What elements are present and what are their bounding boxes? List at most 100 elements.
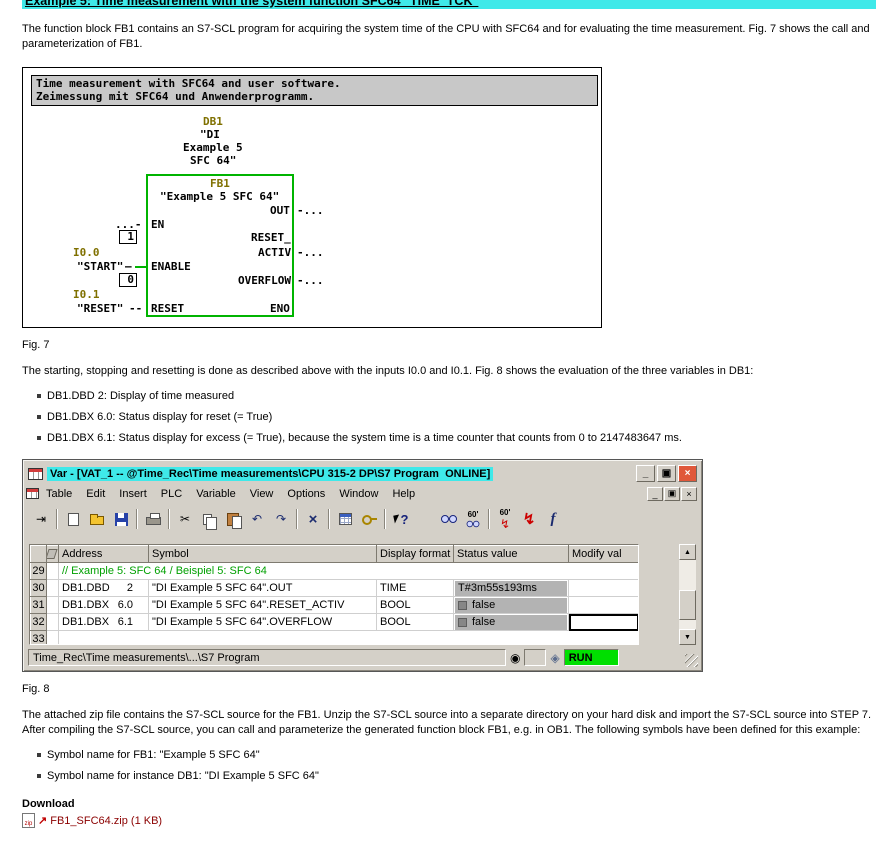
row-marker-cell[interactable]	[47, 614, 59, 631]
row-marker-cell[interactable]	[47, 580, 59, 597]
delete-button[interactable]: ×	[301, 508, 325, 530]
menu-insert[interactable]: Insert	[112, 486, 154, 502]
corner-header[interactable]	[47, 546, 59, 563]
title-bar[interactable]: Var - [VAT_1 -- @Time_Rec\Time measureme…	[26, 463, 699, 484]
start-wire-dash: —	[125, 260, 132, 273]
row-marker-cell[interactable]	[47, 597, 59, 614]
status-cell[interactable]: false	[454, 614, 569, 631]
scrollbar-thumb[interactable]	[679, 590, 696, 620]
minimize-button[interactable]: _	[636, 465, 655, 482]
menu-options[interactable]: Options	[280, 486, 332, 502]
enable-wire	[135, 266, 146, 268]
scroll-down-button[interactable]: ▼	[679, 629, 696, 645]
row-number[interactable]: 31	[31, 597, 47, 614]
toolbar-separator	[56, 509, 58, 529]
comment-cell[interactable]: // Example 5: SFC 64 / Beispiel 5: SFC 6…	[59, 563, 639, 580]
sheet-corner-icon	[47, 549, 58, 559]
cut-button[interactable]: ✂	[173, 508, 197, 530]
modify-cell[interactable]	[569, 580, 639, 597]
help-button[interactable]: ?	[389, 508, 413, 530]
pin-en-label: EN	[151, 218, 164, 231]
address-offset: 2	[127, 582, 133, 594]
mdi-restore-button[interactable]: ▣	[664, 487, 680, 501]
save-button[interactable]	[109, 508, 133, 530]
modify-cell-focused[interactable]	[569, 614, 639, 631]
table-row[interactable]: 29 // Example 5: SFC 64 / Beispiel 5: SF…	[31, 563, 639, 580]
address-cell[interactable]: DB1.DBD2	[59, 580, 149, 597]
column-header-modify[interactable]: Modify val	[569, 546, 639, 563]
banner-line2: Zeimessung mit SFC64 und Anwenderprogram…	[36, 90, 593, 103]
symbol-cell[interactable]: "DI Example 5 SFC 64".OUT	[149, 580, 377, 597]
restore-button[interactable]: ▣	[657, 465, 676, 482]
redo-button[interactable]: ↷	[269, 508, 293, 530]
menu-edit[interactable]: Edit	[79, 486, 112, 502]
empty-cell[interactable]	[59, 631, 639, 646]
row-number[interactable]: 29	[31, 563, 47, 580]
copy-icon	[203, 514, 212, 525]
menu-table[interactable]: Table	[39, 486, 79, 502]
edit-script-button[interactable]: f	[541, 508, 565, 530]
print-button[interactable]	[141, 508, 165, 530]
address-cell[interactable]: DB1.DBX6.1	[59, 614, 149, 631]
row-number[interactable]: 33	[31, 631, 47, 646]
menu-help[interactable]: Help	[385, 486, 422, 502]
toolbar: ⇥ ✂ ↶ ↷ × ? 60' 60'↯ ↯ f	[26, 504, 699, 534]
status-cell[interactable]: false	[454, 597, 569, 614]
insert-range-icon	[339, 513, 352, 525]
delete-icon: ×	[309, 512, 318, 527]
row-marker-cell[interactable]	[47, 631, 59, 646]
table-row[interactable]: 30 DB1.DBD2 "DI Example 5 SFC 64".OUT TI…	[31, 580, 639, 597]
download-link[interactable]: FB1_SFC64.zip (1 KB)	[50, 815, 162, 827]
menu-window[interactable]: Window	[332, 486, 385, 502]
column-header-status[interactable]: Status value	[454, 546, 569, 563]
pin-reset-activ-label-1: RESET_	[251, 231, 291, 244]
copy-button[interactable]	[197, 508, 221, 530]
row-marker-cell[interactable]	[47, 563, 59, 580]
address-cell[interactable]: DB1.DBX6.0	[59, 597, 149, 614]
toolbar-separator	[384, 509, 386, 529]
menu-variable[interactable]: Variable	[189, 486, 243, 502]
menu-view[interactable]: View	[243, 486, 281, 502]
row-number[interactable]: 32	[31, 614, 47, 631]
column-header-format[interactable]: Display format	[377, 546, 454, 563]
row-number-header[interactable]	[31, 546, 47, 563]
document-page: Example 5: Time measurement with the sys…	[0, 0, 896, 843]
table-row[interactable]: 33	[31, 631, 639, 646]
new-button[interactable]	[61, 508, 85, 530]
toolbar-separator	[328, 509, 330, 529]
open-button[interactable]	[85, 508, 109, 530]
monitor-with-trigger-button[interactable]: 60'	[461, 508, 485, 530]
monitor-variables-button[interactable]	[437, 508, 461, 530]
db-variable-list: DB1.DBD 2: Display of time measured DB1.…	[22, 389, 876, 445]
reset-value-box: 0	[119, 273, 137, 287]
status-cell[interactable]: T#3m55s193ms	[454, 580, 569, 597]
mdi-close-button[interactable]: ×	[681, 487, 697, 501]
scroll-up-button[interactable]: ▲	[679, 544, 696, 560]
key-button[interactable]	[357, 508, 381, 530]
vertical-scrollbar[interactable]: ▲ ▼	[679, 544, 696, 645]
close-button[interactable]: ×	[678, 465, 697, 482]
mdi-minimize-button[interactable]: _	[647, 487, 663, 501]
modify-once-button[interactable]: ↯	[517, 508, 541, 530]
menu-plc[interactable]: PLC	[154, 486, 189, 502]
undo-button[interactable]: ↶	[245, 508, 269, 530]
insert-range-button[interactable]	[333, 508, 357, 530]
paste-button[interactable]	[221, 508, 245, 530]
format-cell[interactable]: BOOL	[377, 597, 454, 614]
row-number[interactable]: 30	[31, 580, 47, 597]
paste-icon	[227, 513, 239, 526]
column-header-symbol[interactable]: Symbol	[149, 546, 377, 563]
symbol-cell[interactable]: "DI Example 5 SFC 64".RESET_ACTIV	[149, 597, 377, 614]
out-open-dots: -...	[297, 204, 324, 217]
resize-grip[interactable]	[685, 654, 698, 667]
table-row[interactable]: 32 DB1.DBX6.1 "DI Example 5 SFC 64".OVER…	[31, 614, 639, 631]
modify-with-trigger-button[interactable]: 60'↯	[493, 508, 517, 530]
symbol-cell[interactable]: "DI Example 5 SFC 64".OVERFLOW	[149, 614, 377, 631]
pin-button[interactable]: ⇥	[29, 508, 53, 530]
modify-cell[interactable]	[569, 597, 639, 614]
bool-indicator-icon	[458, 618, 467, 627]
column-header-address[interactable]: Address	[59, 546, 149, 563]
format-cell[interactable]: TIME	[377, 580, 454, 597]
table-row[interactable]: 31 DB1.DBX6.0 "DI Example 5 SFC 64".RESE…	[31, 597, 639, 614]
format-cell[interactable]: BOOL	[377, 614, 454, 631]
